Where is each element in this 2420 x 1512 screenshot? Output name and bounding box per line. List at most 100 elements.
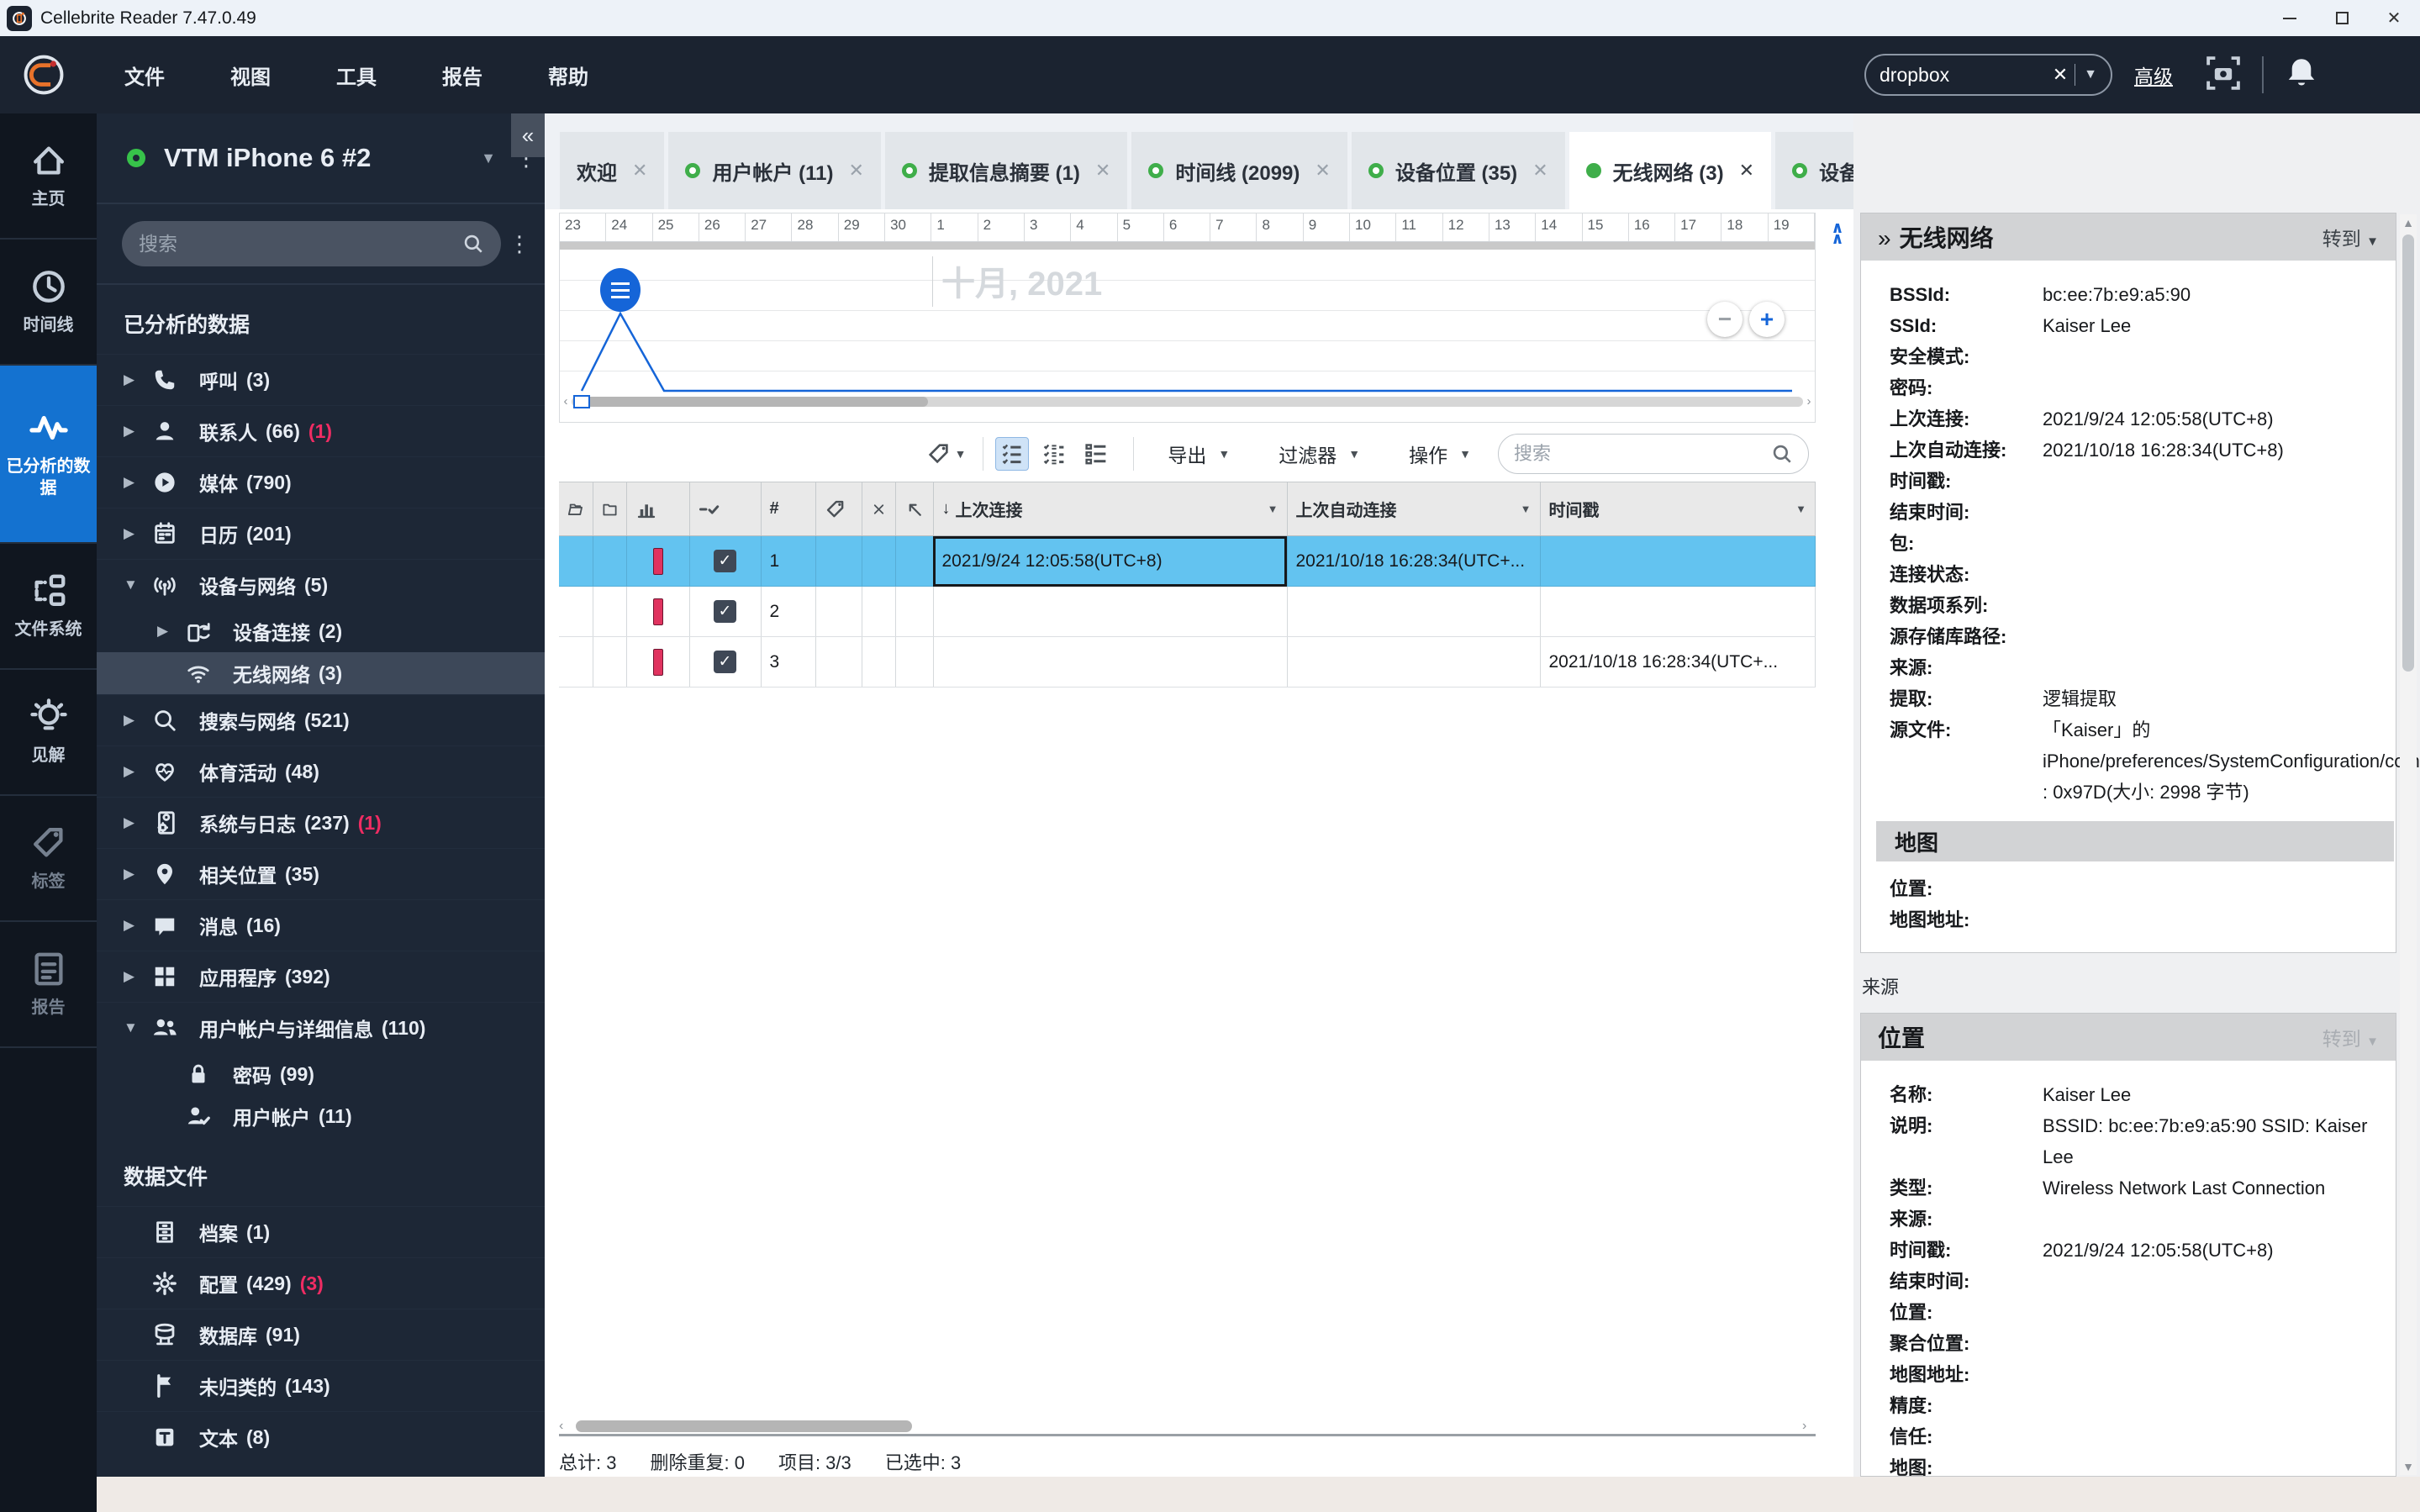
- view-multiselect-button[interactable]: [1037, 437, 1071, 471]
- chevron-right-icon[interactable]: ▶: [124, 371, 152, 388]
- grid-horizontal-scrollbar[interactable]: ‹ ›: [559, 1418, 1816, 1436]
- location-goto-button[interactable]: 转到 ▼: [2322, 1023, 2379, 1051]
- rail-item-clock[interactable]: 时间线: [0, 240, 97, 366]
- scroll-left-icon[interactable]: ‹: [559, 1419, 572, 1434]
- tree-item-activity[interactable]: ▶ 体育活动 (48): [97, 745, 545, 797]
- column-header-上次连接[interactable]: ↓ 上次连接 ▼: [933, 482, 1288, 536]
- advanced-search-link[interactable]: 高级: [2134, 61, 2173, 89]
- table-row[interactable]: ✓ 1 2021/9/24 12:05:58(UTC+8) 2021/10/18 16…: [559, 535, 1816, 587]
- chevron-right-icon[interactable]: ▶: [124, 712, 152, 729]
- scroll-right-icon[interactable]: ›: [1803, 394, 1815, 408]
- chevron-right-icon[interactable]: ▶: [157, 623, 186, 640]
- cell-timestamp[interactable]: [1540, 586, 1816, 637]
- timeline-chart[interactable]: 23 24 25 26 27 28 29 30 1 2 3 4 5 6 7 8 9 10 11 12 13 14 15 16 1…: [559, 213, 1816, 423]
- chevron-right-icon[interactable]: ▶: [124, 866, 152, 882]
- tab-close-icon[interactable]: ✕: [1739, 160, 1754, 182]
- tree-item-system[interactable]: ▶ 系统与日志 (237) (1): [97, 797, 545, 848]
- close-button[interactable]: ✕: [2368, 0, 2420, 36]
- expand-details-icon[interactable]: »: [1878, 225, 1891, 251]
- rail-item-pulse[interactable]: 已分析的数据: [0, 366, 97, 544]
- chevron-down-icon[interactable]: ▼: [124, 577, 152, 593]
- tree-item-lock[interactable]: 密码 (99): [97, 1053, 545, 1095]
- tree-item-database[interactable]: 数据库 (91): [97, 1309, 545, 1360]
- cell-timestamp[interactable]: [1540, 535, 1816, 587]
- scroll-right-icon[interactable]: ›: [1802, 1419, 1816, 1434]
- screenshot-capture-icon[interactable]: [2205, 55, 2242, 96]
- rail-item-report[interactable]: 报告: [0, 922, 97, 1048]
- scroll-down-icon[interactable]: ▼: [2400, 1460, 2417, 1473]
- tree-item-calendar[interactable]: ▶ 日历 (201): [97, 508, 545, 559]
- menu-item-4[interactable]: 帮助: [548, 61, 588, 90]
- column-header-tag[interactable]: [815, 482, 862, 536]
- tree-item-flag[interactable]: 未归类的 (143): [97, 1360, 545, 1411]
- collapse-sidebar-button[interactable]: «: [511, 113, 545, 157]
- column-header-dash-check[interactable]: [689, 482, 762, 536]
- column-filter-icon[interactable]: ▼: [1795, 503, 1806, 515]
- tab-2[interactable]: 提取信息摘要 (1) ✕: [884, 132, 1128, 209]
- tree-item-wifi[interactable]: 无线网络 (3): [97, 652, 545, 694]
- column-header-#[interactable]: #: [761, 482, 816, 536]
- tree-item-phone[interactable]: ▶ 呼叫 (3): [97, 354, 545, 405]
- view-plainlist-button[interactable]: [1079, 437, 1113, 471]
- details-scrollbar[interactable]: ▲ ▼: [2400, 214, 2417, 1475]
- checkbox-checked-icon[interactable]: ✓: [714, 600, 736, 623]
- details-scroll-thumb[interactable]: [2402, 234, 2414, 672]
- tab-close-icon[interactable]: ✕: [1532, 160, 1547, 182]
- column-header-corner-arrow[interactable]: [895, 482, 934, 536]
- tree-item-device-link[interactable]: ▶ 设备连接 (2): [97, 610, 545, 652]
- tree-search-menu-icon[interactable]: ⋮: [501, 231, 538, 257]
- global-search-input[interactable]: [1880, 63, 2046, 87]
- cell-timestamp[interactable]: 2021/10/18 16:28:34(UTC+...: [1540, 636, 1816, 688]
- tree-item-users[interactable]: ▼ 用户帐户与详细信息 (110): [97, 1002, 545, 1053]
- tree-item-antenna[interactable]: ▼ 设备与网络 (5): [97, 559, 545, 610]
- cell-last-auto-connection[interactable]: [1287, 586, 1541, 637]
- rail-item-filetree[interactable]: 文件系统: [0, 544, 97, 670]
- column-header-folder[interactable]: [593, 482, 627, 536]
- tree-item-apps[interactable]: ▶ 应用程序 (392): [97, 951, 545, 1002]
- view-checklist-button[interactable]: [995, 437, 1030, 471]
- timeline-plot[interactable]: 十月, 2021 − + ‹ ›: [560, 250, 1815, 409]
- filter-menu[interactable]: 过滤器 ▼: [1279, 440, 1365, 468]
- menu-item-2[interactable]: 工具: [336, 61, 377, 90]
- table-row[interactable]: ✓ 3 2021/10/18 16:28:34(UTC+...: [559, 636, 1816, 688]
- chevron-right-icon[interactable]: ▶: [124, 814, 152, 831]
- cell-last-connection[interactable]: 2021/9/24 12:05:58(UTC+8): [933, 535, 1288, 587]
- tab-close-icon[interactable]: ✕: [848, 160, 863, 182]
- tab-4[interactable]: 设备位置 (35) ✕: [1351, 132, 1565, 209]
- chevron-right-icon[interactable]: ▶: [124, 917, 152, 934]
- column-header-folder-open[interactable]: [559, 482, 593, 536]
- tree-item-person[interactable]: ▶ 联系人 (66) (1): [97, 405, 545, 456]
- chevron-right-icon[interactable]: ▶: [124, 423, 152, 440]
- rail-item-bulb[interactable]: 见解: [0, 670, 97, 796]
- notifications-bell-icon[interactable]: [2284, 55, 2319, 95]
- column-filter-icon[interactable]: ▼: [1521, 503, 1532, 515]
- tag-items-icon[interactable]: [926, 441, 952, 466]
- column-filter-icon[interactable]: ▼: [1268, 503, 1279, 515]
- search-clear-icon[interactable]: ✕: [2046, 64, 2075, 86]
- tag-dropdown-icon[interactable]: ▼: [955, 447, 967, 461]
- grid-scroll-thumb[interactable]: [576, 1420, 912, 1432]
- timeline-zoom-in-button[interactable]: +: [1749, 302, 1785, 337]
- global-search-box[interactable]: ✕ ▼: [1864, 54, 2112, 96]
- cell-checkbox[interactable]: ✓: [689, 636, 762, 688]
- device-selector[interactable]: VTM iPhone 6 #2 ▼ ⋮: [97, 113, 545, 204]
- menu-item-1[interactable]: 视图: [230, 61, 271, 90]
- tree-item-message[interactable]: ▶ 消息 (16): [97, 899, 545, 951]
- collapse-timeline-button[interactable]: ∧ ∧: [1822, 214, 1853, 258]
- chevron-down-icon[interactable]: ▼: [124, 1019, 152, 1036]
- column-header-chart[interactable]: [626, 482, 690, 536]
- maximize-button[interactable]: [2316, 0, 2368, 36]
- tab-close-icon[interactable]: ✕: [632, 160, 647, 182]
- tab-1[interactable]: 用户帐户 (11) ✕: [668, 132, 881, 209]
- timeline-scroll-thumb[interactable]: [575, 396, 928, 407]
- cell-last-connection[interactable]: [933, 636, 1288, 688]
- tree-item-gear[interactable]: 配置 (429) (3): [97, 1257, 545, 1309]
- table-search-input[interactable]: [1514, 443, 1771, 465]
- rail-item-home[interactable]: 主页: [0, 113, 97, 240]
- table-search-box[interactable]: [1498, 434, 1809, 474]
- timeline-cluster-marker[interactable]: [600, 268, 641, 312]
- column-header-上次自动连接[interactable]: 上次自动连接 ▼: [1287, 482, 1541, 536]
- chevron-right-icon[interactable]: ▶: [124, 968, 152, 985]
- column-header-时间戳[interactable]: 时间戳 ▼: [1540, 482, 1816, 536]
- cell-last-auto-connection[interactable]: [1287, 636, 1541, 688]
